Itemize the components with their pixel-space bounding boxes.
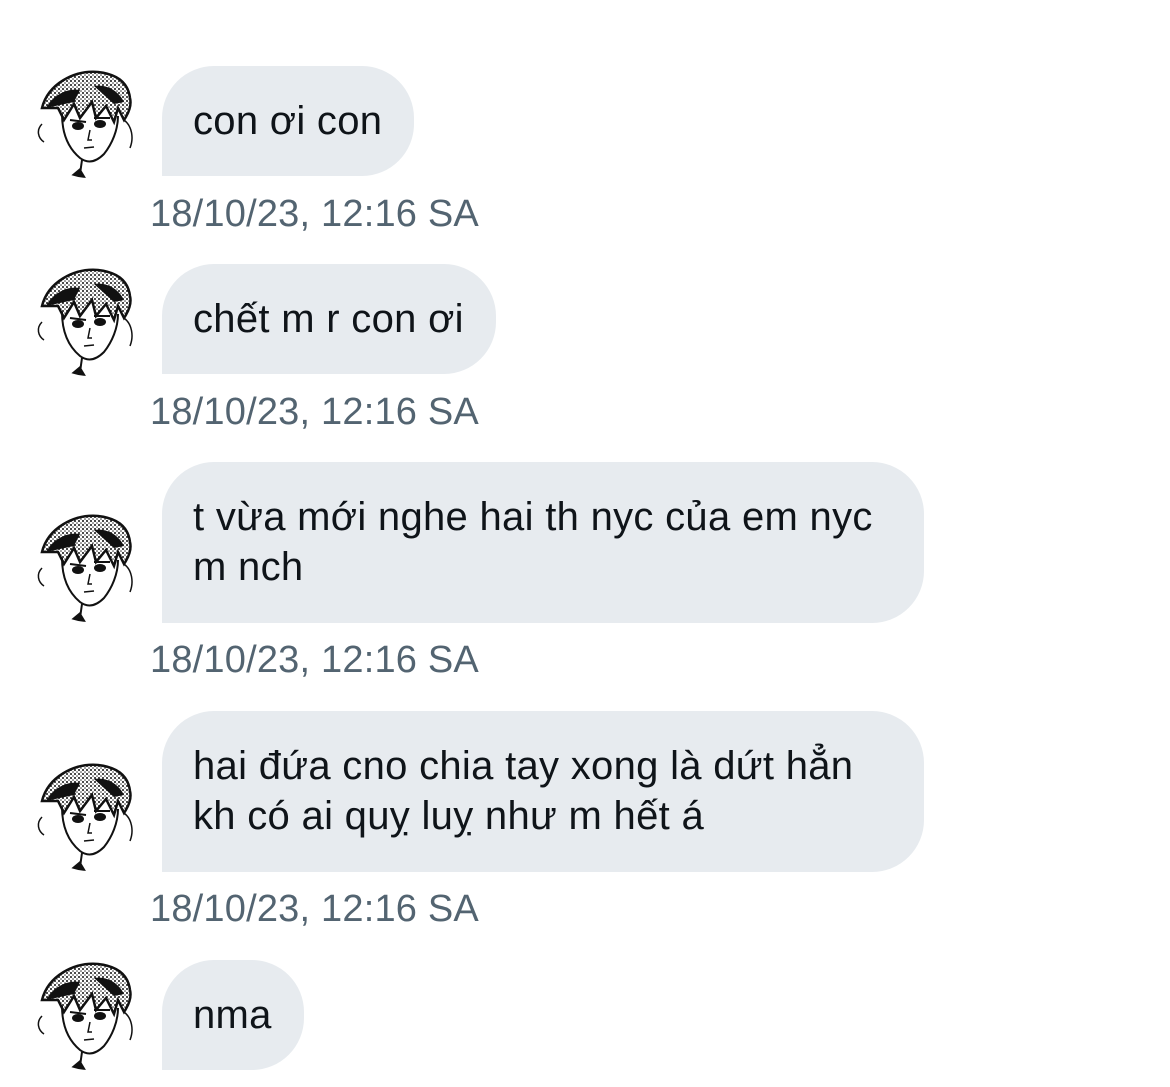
message-timestamp: 18/10/23, 12:16 SA: [150, 391, 479, 433]
message-timestamp: 18/10/23, 12:16 SA: [150, 639, 479, 681]
sender-avatar[interactable]: [34, 761, 144, 871]
manga-boy-avatar-icon: [34, 266, 144, 376]
message-bubble[interactable]: con ơi con: [162, 66, 415, 176]
message-timestamp: 18/10/23, 12:16 SA: [150, 888, 479, 930]
message-bubble[interactable]: nma: [162, 960, 304, 1070]
message-bubble[interactable]: chết m r con ơi: [162, 264, 496, 374]
message-bubble[interactable]: hai đứa cno chia tay xong là dứt hẳn kh …: [162, 711, 924, 872]
message-text: t vừa mới nghe hai th nyc của em nyc m n…: [193, 495, 873, 589]
manga-boy-avatar-icon: [34, 68, 144, 178]
manga-boy-avatar-icon: [34, 761, 144, 871]
message-bubble[interactable]: t vừa mới nghe hai th nyc của em nyc m n…: [162, 462, 924, 623]
conversation-thread: con ơi con 18/10/23, 12:16 SA chết m r c…: [0, 0, 1170, 1087]
message-text: hai đứa cno chia tay xong là dứt hẳn kh …: [193, 744, 854, 838]
sender-avatar[interactable]: [34, 512, 144, 622]
message-text: nma: [193, 993, 272, 1037]
sender-avatar[interactable]: [34, 68, 144, 178]
message-text: con ơi con: [193, 99, 383, 143]
manga-boy-avatar-icon: [34, 960, 144, 1070]
message-text: chết m r con ơi: [193, 297, 464, 341]
sender-avatar[interactable]: [34, 960, 144, 1070]
manga-boy-avatar-icon: [34, 512, 144, 622]
sender-avatar[interactable]: [34, 266, 144, 376]
message-timestamp: 18/10/23, 12:16 SA: [150, 193, 479, 235]
